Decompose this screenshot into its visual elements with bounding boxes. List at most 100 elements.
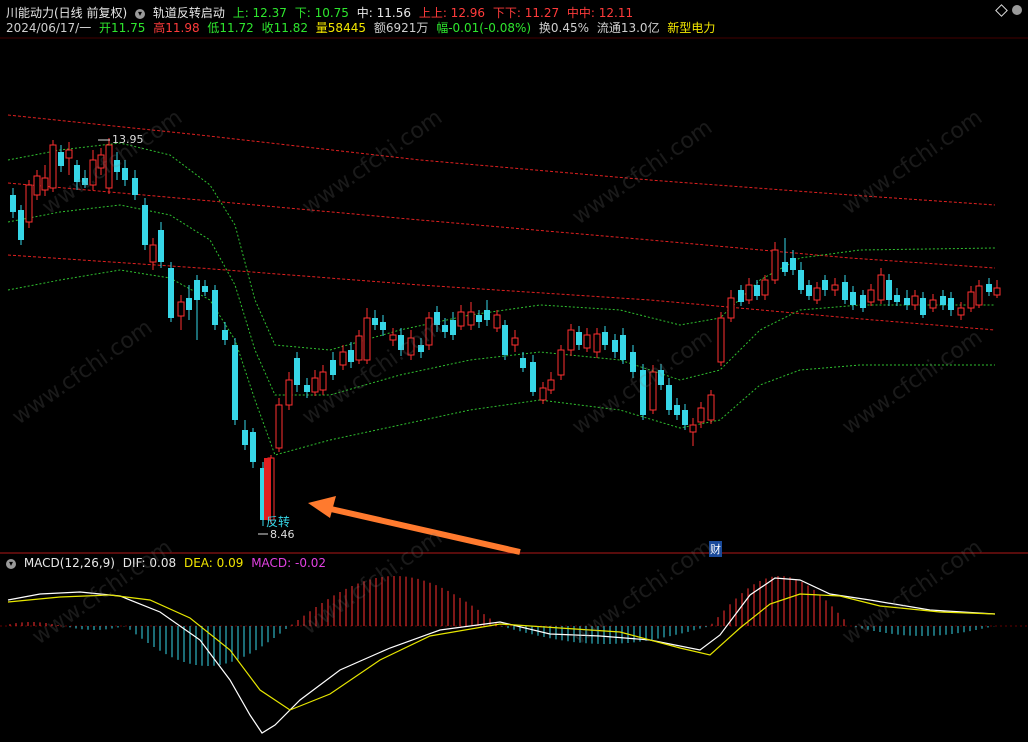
candle-body[interactable] — [467, 311, 475, 326]
candle-body[interactable] — [158, 230, 164, 262]
candle-body[interactable] — [132, 178, 138, 195]
candle-body[interactable] — [493, 314, 501, 329]
candle-body[interactable] — [877, 274, 885, 301]
candle-body[interactable] — [520, 358, 526, 368]
candle-body[interactable] — [194, 280, 200, 300]
candle-body[interactable] — [761, 279, 769, 296]
candle-body[interactable] — [707, 394, 715, 421]
candle-body[interactable] — [689, 424, 697, 433]
candle-body[interactable] — [904, 298, 910, 305]
candle-body[interactable] — [567, 329, 575, 351]
candle-body[interactable] — [993, 287, 1001, 296]
candle-body[interactable] — [948, 298, 954, 310]
candle-body[interactable] — [311, 377, 319, 393]
candle-body[interactable] — [18, 210, 24, 240]
candle-body[interactable] — [583, 334, 591, 349]
candle-body[interactable] — [25, 184, 33, 223]
candle-body[interactable] — [539, 387, 547, 401]
candle-body[interactable] — [186, 298, 192, 310]
candle-body[interactable] — [319, 371, 327, 391]
candle-body[interactable] — [457, 311, 465, 327]
candle-body[interactable] — [813, 287, 821, 301]
candle-body[interactable] — [666, 385, 672, 410]
candle-body[interactable] — [65, 149, 73, 159]
candle-body[interactable] — [149, 244, 157, 263]
candle-body[interactable] — [790, 258, 796, 270]
candle-body[interactable] — [911, 295, 919, 306]
candle-body[interactable] — [232, 345, 238, 420]
candle-body[interactable] — [242, 430, 248, 445]
candle-body[interactable] — [940, 296, 946, 305]
candle-body[interactable] — [620, 335, 626, 360]
candle-body[interactable] — [957, 307, 965, 316]
candle-body[interactable] — [867, 289, 875, 303]
candle-body[interactable] — [593, 333, 601, 353]
candle-body[interactable] — [682, 410, 688, 425]
candle-body[interactable] — [727, 297, 735, 319]
candle-body[interactable] — [975, 285, 983, 306]
candle-body[interactable] — [285, 379, 293, 406]
candle-body[interactable] — [177, 301, 185, 317]
candle-body[interactable] — [511, 337, 519, 346]
candle-body[interactable] — [886, 280, 892, 300]
candle-body[interactable] — [202, 286, 208, 292]
candle-body[interactable] — [557, 349, 565, 376]
candle-body[interactable] — [860, 295, 866, 308]
candle-body[interactable] — [275, 404, 283, 449]
candle-body[interactable] — [339, 351, 347, 366]
macd-title[interactable]: MACD(12,26,9) — [24, 556, 115, 570]
candle-body[interactable] — [212, 290, 218, 325]
candle-body[interactable] — [250, 432, 256, 462]
candle-body[interactable] — [738, 290, 744, 302]
candle-body[interactable] — [10, 195, 16, 212]
candle-body[interactable] — [929, 299, 937, 309]
candle-body[interactable] — [372, 318, 378, 325]
candle-body[interactable] — [389, 334, 397, 341]
candle-body[interactable] — [745, 284, 753, 301]
candle-body[interactable] — [894, 295, 900, 302]
candle-body[interactable] — [967, 291, 975, 309]
candle-body[interactable] — [222, 330, 228, 340]
candle-body[interactable] — [697, 407, 705, 423]
candle-body[interactable] — [49, 144, 57, 189]
candle-body[interactable] — [450, 320, 456, 335]
candle-body[interactable] — [986, 284, 992, 292]
candle-body[interactable] — [920, 298, 926, 315]
candle-body[interactable] — [798, 270, 804, 290]
candle-body[interactable] — [294, 358, 300, 385]
reversal-candle[interactable] — [264, 458, 271, 520]
candle-body[interactable] — [674, 405, 680, 415]
candle-body[interactable] — [602, 332, 608, 345]
candle-body[interactable] — [168, 268, 174, 318]
candle-body[interactable] — [547, 379, 555, 391]
candle-body[interactable] — [502, 325, 508, 355]
candle-body[interactable] — [484, 310, 490, 320]
candle-body[interactable] — [363, 317, 371, 361]
candle-body[interactable] — [771, 249, 779, 281]
candle-body[interactable] — [330, 360, 336, 375]
candle-body[interactable] — [612, 340, 618, 352]
candle-body[interactable] — [850, 292, 856, 305]
candle-body[interactable] — [380, 322, 386, 330]
candle-body[interactable] — [754, 285, 760, 296]
pointer-arrow-head — [308, 496, 336, 518]
candle-body[interactable] — [304, 385, 310, 392]
candle-body[interactable] — [348, 350, 354, 362]
candle-body[interactable] — [842, 282, 848, 300]
candle-body[interactable] — [476, 315, 482, 322]
candle-body[interactable] — [717, 317, 725, 363]
candle-body[interactable] — [142, 205, 148, 245]
candle-body[interactable] — [530, 362, 536, 392]
candle-body[interactable] — [822, 280, 828, 290]
candle-body[interactable] — [831, 284, 839, 291]
candle-body[interactable] — [630, 352, 636, 372]
macd-value: MACD: -0.02 — [251, 556, 327, 570]
candle-body[interactable] — [33, 175, 41, 196]
candle-body[interactable] — [806, 285, 812, 296]
candle-body[interactable] — [355, 335, 363, 361]
macd-dropdown-icon[interactable]: ▾ — [6, 558, 16, 569]
candle-body[interactable] — [58, 152, 64, 166]
candle-body[interactable] — [41, 177, 49, 191]
candle-body[interactable] — [782, 262, 788, 272]
candle-body[interactable] — [576, 332, 582, 345]
